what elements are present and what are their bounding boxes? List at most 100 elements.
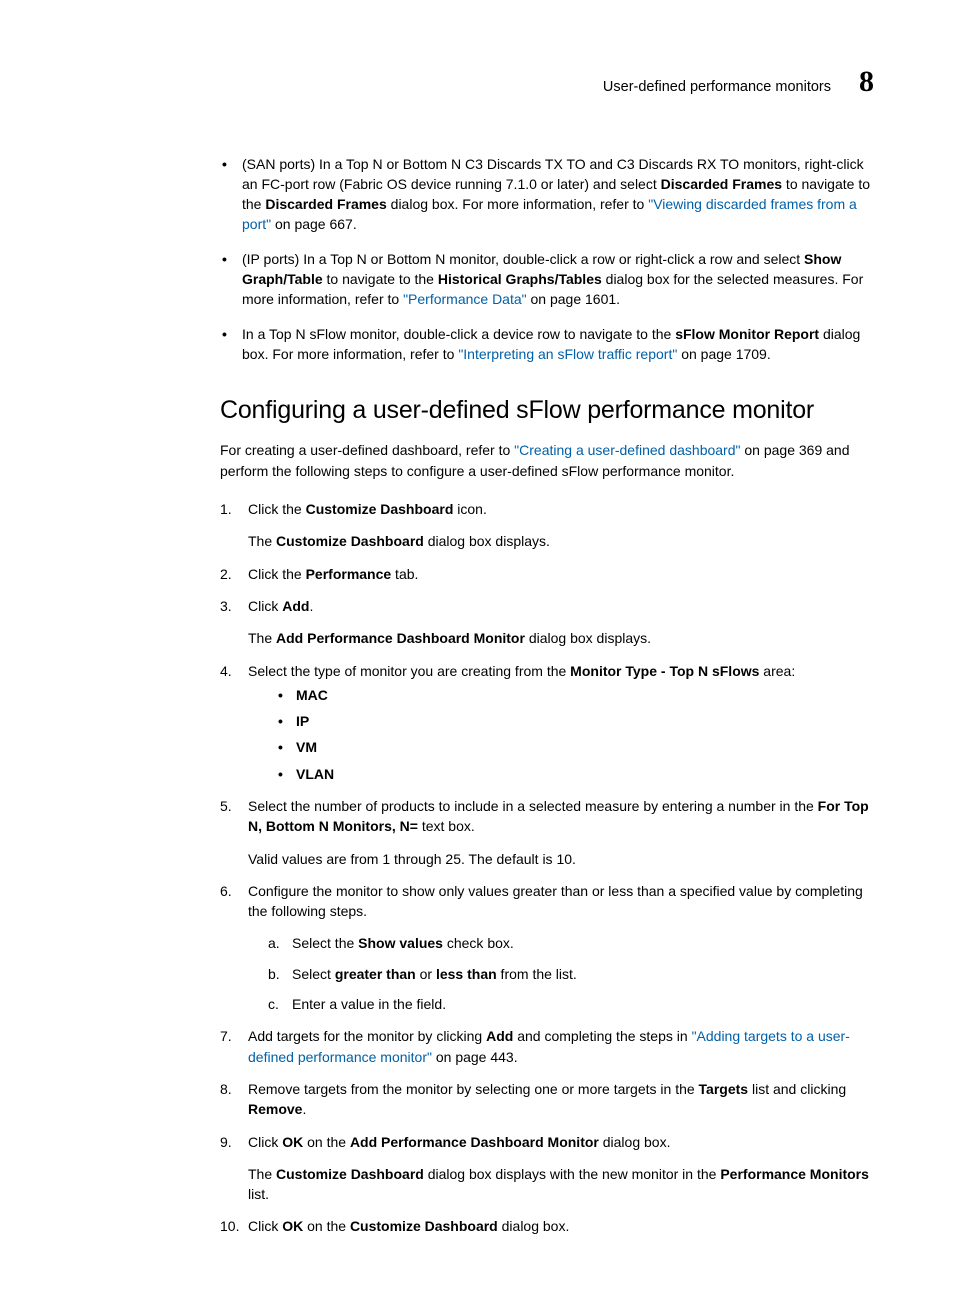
step-item: Select the number of products to include…: [220, 796, 874, 869]
substep-list: Select the Show values check box. Select…: [248, 933, 874, 1014]
bold-text: Discarded Frames: [265, 196, 386, 212]
text: on page 667.: [271, 216, 357, 232]
text: Click: [248, 598, 282, 614]
option-item: MAC: [276, 685, 874, 705]
heading-text: Configuring a user-defined sFlow perform…: [220, 392, 814, 428]
step-item: Click Add. The Add Performance Dashboard…: [220, 596, 874, 649]
text: dialog box.: [498, 1218, 570, 1234]
bullet-item: (IP ports) In a Top N or Bottom N monito…: [220, 249, 874, 310]
bold-text: Customize Dashboard: [276, 1166, 424, 1182]
bold-text: Performance: [306, 566, 392, 582]
bold-text: Show values: [358, 935, 443, 951]
bold-text: Customize Dashboard: [306, 501, 454, 517]
bold-text: Add: [282, 598, 309, 614]
text: The: [248, 1166, 276, 1182]
step-note: Valid values are from 1 through 25. The …: [248, 849, 874, 869]
cross-reference-link[interactable]: "Interpreting an sFlow traffic report": [458, 346, 677, 362]
bold-text: VM: [296, 739, 317, 755]
bold-text: less than: [436, 966, 497, 982]
cross-reference-link[interactable]: "Performance Data": [403, 291, 527, 307]
text: text box.: [418, 818, 475, 834]
bold-text: Add: [486, 1028, 513, 1044]
text: to navigate to the: [323, 271, 438, 287]
option-item: VLAN: [276, 764, 874, 784]
option-list: MAC IP VM VLAN: [248, 685, 874, 784]
bullet-item: In a Top N sFlow monitor, double-click a…: [220, 324, 874, 365]
text: Click the: [248, 566, 306, 582]
bold-text: Performance Monitors: [720, 1166, 869, 1182]
bold-text: MAC: [296, 687, 328, 703]
step-item: Add targets for the monitor by clicking …: [220, 1026, 874, 1067]
text: or: [416, 966, 436, 982]
text: .: [309, 598, 313, 614]
top-bullet-list: (SAN ports) In a Top N or Bottom N C3 Di…: [220, 154, 874, 365]
text: dialog box displays with the new monitor…: [424, 1166, 721, 1182]
text: Enter a value in the field.: [292, 996, 446, 1012]
substep-item: Select greater than or less than from th…: [268, 964, 874, 984]
step-item: Click OK on the Add Performance Dashboar…: [220, 1132, 874, 1205]
text: dialog box.: [599, 1134, 671, 1150]
option-item: VM: [276, 737, 874, 757]
running-header-title: User-defined performance monitors: [603, 77, 831, 98]
text: list and clicking: [748, 1081, 846, 1097]
step-result: The Add Performance Dashboard Monitor di…: [248, 628, 874, 648]
step-item: Click OK on the Customize Dashboard dial…: [220, 1216, 874, 1236]
bold-text: OK: [282, 1218, 303, 1234]
bold-text: OK: [282, 1134, 303, 1150]
text: on the: [303, 1134, 350, 1150]
text: on page 1709.: [677, 346, 770, 362]
running-header: User-defined performance monitors 8: [80, 60, 874, 104]
text: The: [248, 533, 276, 549]
bold-text: Discarded Frames: [661, 176, 782, 192]
content-body: (SAN ports) In a Top N or Bottom N C3 Di…: [220, 154, 874, 1237]
cross-reference-link[interactable]: "Creating a user-defined dashboard": [514, 442, 740, 458]
bold-text: Add Performance Dashboard Monitor: [276, 630, 525, 646]
bullet-item: (SAN ports) In a Top N or Bottom N C3 Di…: [220, 154, 874, 235]
text: Click: [248, 1218, 282, 1234]
step-item: Click the Customize Dashboard icon. The …: [220, 499, 874, 552]
text: Remove targets from the monitor by selec…: [248, 1081, 699, 1097]
text: Select the type of monitor you are creat…: [248, 663, 570, 679]
text: icon.: [453, 501, 486, 517]
bold-text: IP: [296, 713, 309, 729]
text: Select: [292, 966, 335, 982]
text: area:: [759, 663, 795, 679]
text: list.: [248, 1186, 269, 1202]
step-item: Remove targets from the monitor by selec…: [220, 1079, 874, 1120]
text: on page 1601.: [527, 291, 620, 307]
step-item: Click the Performance tab.: [220, 564, 874, 584]
text: tab.: [391, 566, 418, 582]
text: In a Top N sFlow monitor, double-click a…: [242, 326, 675, 342]
bold-text: Customize Dashboard: [350, 1218, 498, 1234]
text: dialog box displays.: [525, 630, 651, 646]
text: The: [248, 630, 276, 646]
bold-text: greater than: [335, 966, 416, 982]
text: from the list.: [497, 966, 577, 982]
intro-paragraph: For creating a user-defined dashboard, r…: [220, 440, 874, 481]
text: on the: [303, 1218, 350, 1234]
text: .: [302, 1101, 306, 1117]
page: User-defined performance monitors 8 (SAN…: [0, 0, 954, 1309]
text: Select the: [292, 935, 358, 951]
text: Click: [248, 1134, 282, 1150]
text: on page 443.: [432, 1049, 518, 1065]
text: Add targets for the monitor by clicking: [248, 1028, 486, 1044]
section-heading: Configuring a user-defined sFlow perform…: [80, 392, 874, 428]
bold-text: Historical Graphs/Tables: [438, 271, 602, 287]
option-item: IP: [276, 711, 874, 731]
substep-item: Enter a value in the field.: [268, 994, 874, 1014]
bold-text: Targets: [699, 1081, 749, 1097]
bold-text: sFlow Monitor Report: [675, 326, 819, 342]
procedure-steps: Click the Customize Dashboard icon. The …: [220, 499, 874, 1237]
text: dialog box displays.: [424, 533, 550, 549]
text: check box.: [443, 935, 514, 951]
step-result: The Customize Dashboard dialog box displ…: [248, 531, 874, 551]
substep-item: Select the Show values check box.: [268, 933, 874, 953]
step-item: Configure the monitor to show only value…: [220, 881, 874, 1014]
bold-text: Customize Dashboard: [276, 533, 424, 549]
step-result: The Customize Dashboard dialog box displ…: [248, 1164, 874, 1205]
chapter-number: 8: [859, 60, 874, 104]
text: dialog box. For more information, refer …: [387, 196, 648, 212]
bold-text: VLAN: [296, 766, 334, 782]
text: For creating a user-defined dashboard, r…: [220, 442, 514, 458]
